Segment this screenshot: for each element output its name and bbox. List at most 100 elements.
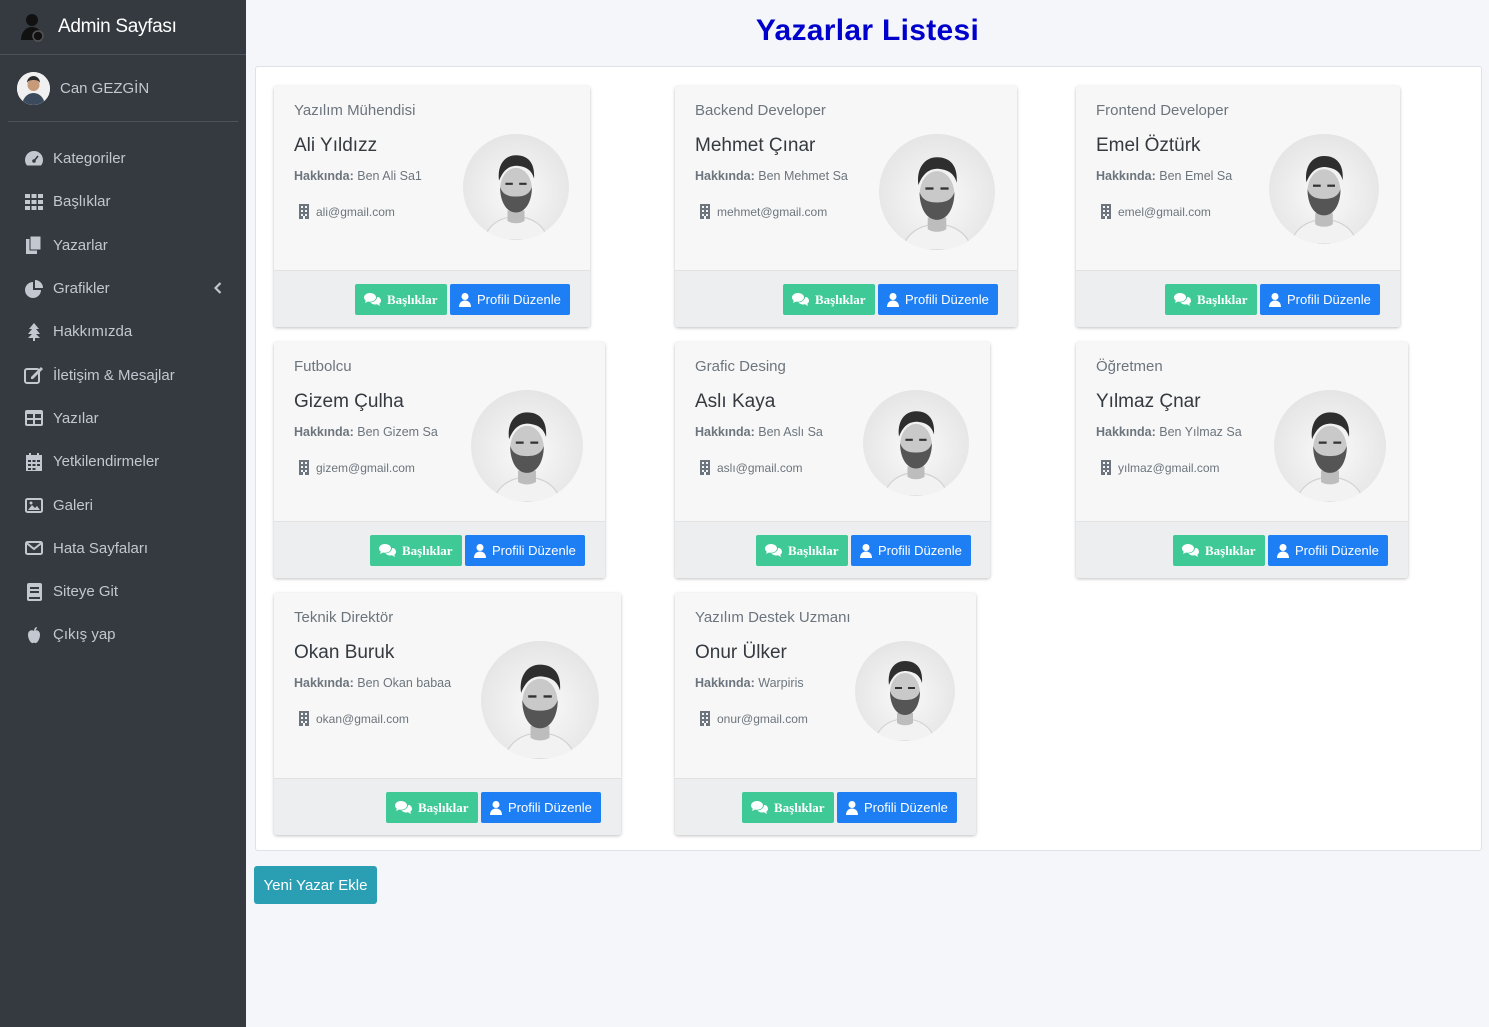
user-icon bbox=[474, 543, 489, 558]
edit-profile-button[interactable]: Profili Düzenle bbox=[878, 284, 998, 315]
user-icon bbox=[846, 800, 861, 815]
sidebar-item-basliklar[interactable]: Başlıklar bbox=[0, 180, 246, 223]
edit-profile-button[interactable]: Profili Düzenle bbox=[1268, 535, 1388, 566]
sidebar-item-yazilar[interactable]: Yazılar bbox=[0, 397, 246, 440]
edit-icon bbox=[24, 365, 44, 385]
edit-profile-button-label: Profili Düzenle bbox=[864, 800, 948, 815]
sidebar-item-label: Başlıklar bbox=[53, 193, 111, 211]
about-label: Hakkında: bbox=[695, 169, 755, 183]
sidebar-item-iletisim[interactable]: İletişim & Mesajlar bbox=[0, 353, 246, 396]
grid-icon bbox=[24, 192, 44, 212]
copy-icon bbox=[24, 235, 44, 255]
edit-profile-button-label: Profili Düzenle bbox=[905, 292, 989, 307]
writer-about: Hakkında: Ben Aslı Sa bbox=[695, 425, 823, 439]
writer-card: Futbolcu Gizem Çulha Hakkında: Ben Gizem S… bbox=[274, 342, 605, 578]
edit-profile-button[interactable]: Profili Düzenle bbox=[465, 535, 585, 566]
about-label: Hakkında: bbox=[294, 169, 354, 183]
sidebar-item-hata-sayfalari[interactable]: Hata Sayfaları bbox=[0, 527, 246, 570]
titles-button[interactable]: Başlıklar bbox=[756, 535, 848, 566]
sidebar-item-label: Grafikler bbox=[53, 280, 110, 298]
sidebar-item-yetkilendirmeler[interactable]: Yetkilendirmeler bbox=[0, 440, 246, 483]
edit-profile-button-label: Profili Düzenle bbox=[477, 292, 561, 307]
writer-role: Yazılım Mühendisi bbox=[294, 102, 416, 119]
chevron-left-icon[interactable] bbox=[213, 281, 222, 297]
comments-icon bbox=[1182, 544, 1202, 557]
titles-button[interactable]: Başlıklar bbox=[742, 792, 834, 823]
writer-card: Teknik Direktör Okan Buruk Hakkında: Ben O… bbox=[274, 593, 621, 835]
comments-icon bbox=[792, 293, 812, 306]
titles-button[interactable]: Başlıklar bbox=[783, 284, 875, 315]
writer-name: Okan Buruk bbox=[294, 642, 395, 663]
about-text: Ben Gizem Sa bbox=[357, 425, 438, 439]
about-text: Ben Mehmet Sa bbox=[758, 169, 848, 183]
building-icon bbox=[298, 711, 310, 726]
card-footer: Başlıklar Profili Düzenle bbox=[274, 270, 590, 327]
user-panel[interactable]: Can GEZGİN bbox=[8, 55, 238, 122]
about-label: Hakkında: bbox=[1096, 169, 1156, 183]
user-avatar bbox=[17, 71, 50, 105]
sidebar-item-galeri[interactable]: Galeri bbox=[0, 483, 246, 526]
edit-profile-button-label: Profili Düzenle bbox=[492, 543, 576, 558]
building-icon bbox=[699, 711, 711, 726]
sidebar-item-label: Kategoriler bbox=[53, 150, 126, 168]
writer-email: onur@gmail.com bbox=[699, 711, 808, 726]
writer-email: emel@gmail.com bbox=[1100, 204, 1211, 219]
book-icon bbox=[24, 582, 44, 602]
writer-about: Hakkında: Ben Gizem Sa bbox=[294, 425, 438, 439]
sidebar-item-grafikler[interactable]: Grafikler bbox=[0, 267, 246, 310]
sidebar-item-cikis[interactable]: Çıkış yap bbox=[0, 613, 246, 656]
user-icon bbox=[1277, 543, 1292, 558]
titles-button[interactable]: Başlıklar bbox=[386, 792, 478, 823]
titles-button[interactable]: Başlıklar bbox=[355, 284, 447, 315]
titles-button-label: Başlıklar bbox=[418, 799, 469, 815]
add-writer-button[interactable]: Yeni Yazar Ekle bbox=[254, 866, 377, 904]
edit-profile-button[interactable]: Profili Düzenle bbox=[851, 535, 971, 566]
writer-card: Backend Developer Mehmet Çınar Hakkında: B… bbox=[675, 86, 1017, 327]
building-icon bbox=[298, 460, 310, 475]
writer-photo bbox=[1274, 390, 1386, 502]
about-label: Hakkında: bbox=[695, 425, 755, 439]
sidebar-item-hakkimizda[interactable]: Hakkımızda bbox=[0, 310, 246, 353]
writer-about: Hakkında: Warpiris bbox=[695, 676, 804, 690]
comments-icon bbox=[765, 544, 785, 557]
building-icon bbox=[1100, 204, 1112, 219]
writer-role: Frontend Developer bbox=[1096, 102, 1229, 119]
image-icon bbox=[24, 495, 44, 515]
sidebar-item-label: Galeri bbox=[53, 496, 94, 514]
titles-button[interactable]: Başlıklar bbox=[1165, 284, 1257, 315]
writer-role: Grafic Desing bbox=[695, 358, 786, 375]
edit-profile-button[interactable]: Profili Düzenle bbox=[837, 792, 957, 823]
writer-about: Hakkında: Ben Mehmet Sa bbox=[695, 169, 848, 183]
user-icon bbox=[1269, 292, 1284, 307]
sidebar-item-label: Yetkilendirmeler bbox=[53, 453, 160, 471]
writer-card: Yazılım Mühendisi Ali Yıldızz Hakkında: Be… bbox=[274, 86, 590, 327]
table-icon bbox=[24, 408, 44, 428]
edit-profile-button[interactable]: Profili Düzenle bbox=[450, 284, 570, 315]
edit-profile-button[interactable]: Profili Düzenle bbox=[1260, 284, 1380, 315]
email-text: yılmaz@gmail.com bbox=[1118, 460, 1220, 475]
writer-photo bbox=[471, 390, 583, 502]
email-text: okan@gmail.com bbox=[316, 711, 409, 726]
titles-button[interactable]: Başlıklar bbox=[370, 535, 462, 566]
writer-photo bbox=[855, 641, 955, 741]
about-text: Ben Ali Sa1 bbox=[357, 169, 422, 183]
writer-role: Backend Developer bbox=[695, 102, 826, 119]
sidebar-item-siteye-git[interactable]: Siteye Git bbox=[0, 570, 246, 613]
comments-icon bbox=[751, 801, 771, 814]
writer-email: okan@gmail.com bbox=[298, 711, 409, 726]
edit-profile-button-label: Profili Düzenle bbox=[1295, 543, 1379, 558]
email-text: gizem@gmail.com bbox=[316, 460, 415, 475]
sidebar-item-kategoriler[interactable]: Kategoriler bbox=[0, 137, 246, 180]
writer-card: Grafic Desing Aslı Kaya Hakkında: Ben Aslı… bbox=[675, 342, 990, 578]
writers-panel: Yazılım Mühendisi Ali Yıldızz Hakkında: Be… bbox=[255, 66, 1482, 851]
titles-button-label: Başlıklar bbox=[788, 542, 839, 558]
titles-button[interactable]: Başlıklar bbox=[1173, 535, 1265, 566]
edit-profile-button[interactable]: Profili Düzenle bbox=[481, 792, 601, 823]
about-text: Ben Yılmaz Sa bbox=[1159, 425, 1242, 439]
admin-logo-icon bbox=[21, 14, 44, 42]
writer-name: Yılmaz Çnar bbox=[1096, 391, 1201, 412]
sidebar-item-label: Yazılar bbox=[53, 409, 99, 427]
sidebar-item-label: Hakkımızda bbox=[53, 323, 133, 341]
sidebar-item-yazarlar[interactable]: Yazarlar bbox=[0, 224, 246, 267]
brand-link[interactable]: Admin Sayfası bbox=[0, 0, 246, 55]
